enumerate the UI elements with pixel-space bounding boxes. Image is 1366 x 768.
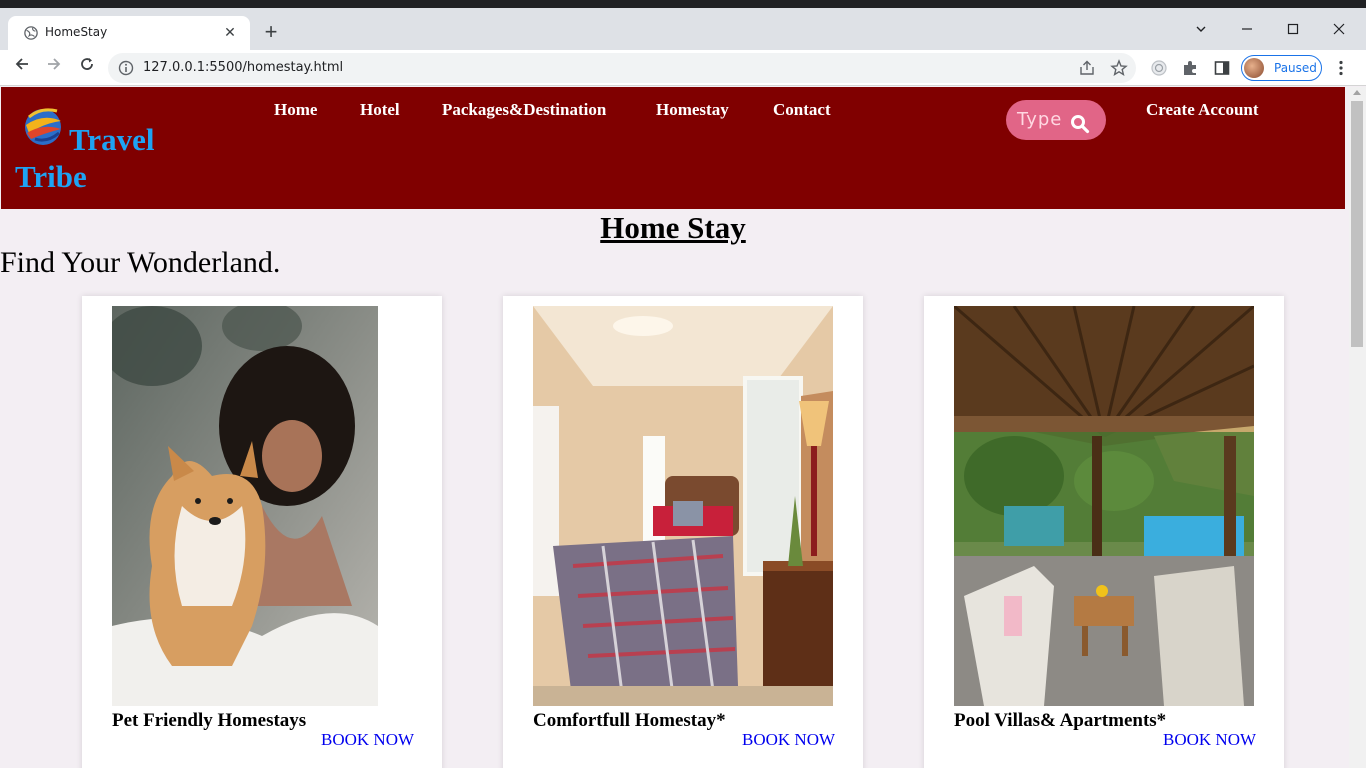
address-bar[interactable]: 127.0.0.1:5500/homestay.html <box>108 53 1136 83</box>
scrollbar[interactable] <box>1349 87 1366 768</box>
card-caption: Comfortfull Homestay* <box>533 710 726 731</box>
card-caption: Pool Villas& Apartments* <box>954 710 1167 731</box>
book-now-link[interactable]: BOOK NOW <box>1163 730 1256 750</box>
page-viewport: Travel Tribe Home Hotel Packages&Destina… <box>0 87 1366 768</box>
reload-icon[interactable] <box>75 56 99 80</box>
search-icon[interactable] <box>1070 114 1090 134</box>
page-title: Home Stay <box>600 210 746 245</box>
nav-homestay[interactable]: Homestay <box>656 100 729 120</box>
homestay-card-pet: Pet Friendly Homestays BOOK NOW <box>82 296 442 768</box>
nav-contact[interactable]: Contact <box>773 100 831 120</box>
tab-title: HomeStay <box>45 25 108 39</box>
share-icon[interactable] <box>1078 59 1096 77</box>
book-now-link[interactable]: BOOK NOW <box>321 730 414 750</box>
extension-icon[interactable] <box>1150 59 1168 77</box>
book-now-link[interactable]: BOOK NOW <box>742 730 835 750</box>
logo-line-1: Travel <box>69 122 155 157</box>
close-window-icon[interactable] <box>1327 18 1351 42</box>
nav-packages-destination[interactable]: Packages&Destination <box>442 100 606 120</box>
site-header: Travel Tribe Home Hotel Packages&Destina… <box>1 87 1345 209</box>
search-input[interactable]: Type <box>1006 100 1106 140</box>
pool-villa-image[interactable] <box>954 306 1254 706</box>
profile-button[interactable]: Paused <box>1241 55 1322 81</box>
profile-status: Paused <box>1274 61 1317 75</box>
close-tab-icon[interactable]: ✕ <box>220 22 240 42</box>
bookmark-star-icon[interactable] <box>1110 59 1128 77</box>
homestay-card-comfort: Comfortfull Homestay* BOOK NOW <box>503 296 863 768</box>
nav-home[interactable]: Home <box>274 100 317 120</box>
nav-hotel[interactable]: Hotel <box>360 100 400 120</box>
pet-homestay-image[interactable] <box>112 306 378 706</box>
minimize-icon[interactable] <box>1235 18 1259 42</box>
avatar <box>1244 58 1264 78</box>
scroll-thumb[interactable] <box>1351 101 1363 347</box>
url-text[interactable]: 127.0.0.1:5500/homestay.html <box>143 60 343 75</box>
card-caption: Pet Friendly Homestays <box>112 710 307 731</box>
puzzle-icon[interactable] <box>1181 59 1199 77</box>
browser-toolbar: 127.0.0.1:5500/homestay.html Paused <box>0 50 1366 86</box>
globe-icon <box>24 26 38 40</box>
back-icon[interactable] <box>10 56 34 80</box>
tab-homestay[interactable]: HomeStay ✕ <box>8 16 250 50</box>
window-titlebar <box>0 0 1366 8</box>
homestay-card-villa: Pool Villas& Apartments* BOOK NOW <box>924 296 1284 768</box>
page-tagline: Find Your Wonderland. <box>0 246 281 279</box>
side-panel-icon[interactable] <box>1213 59 1231 77</box>
menu-kebab-icon[interactable] <box>1332 59 1350 77</box>
scroll-up-arrow-icon[interactable] <box>1353 90 1361 95</box>
new-tab-icon[interactable]: + <box>260 21 282 44</box>
tab-strip: HomeStay ✕ + <box>0 8 1366 50</box>
tab-search-icon[interactable] <box>1189 18 1213 42</box>
search-placeholder: Type <box>1017 109 1063 130</box>
maximize-icon[interactable] <box>1281 18 1305 42</box>
site-info-icon[interactable] <box>118 60 134 76</box>
create-account-link[interactable]: Create Account <box>1146 100 1259 120</box>
bedroom-image[interactable] <box>533 306 833 706</box>
forward-icon[interactable] <box>42 56 66 80</box>
logo-line-2: Tribe <box>15 159 87 194</box>
site-logo[interactable]: Travel Tribe <box>15 121 195 195</box>
